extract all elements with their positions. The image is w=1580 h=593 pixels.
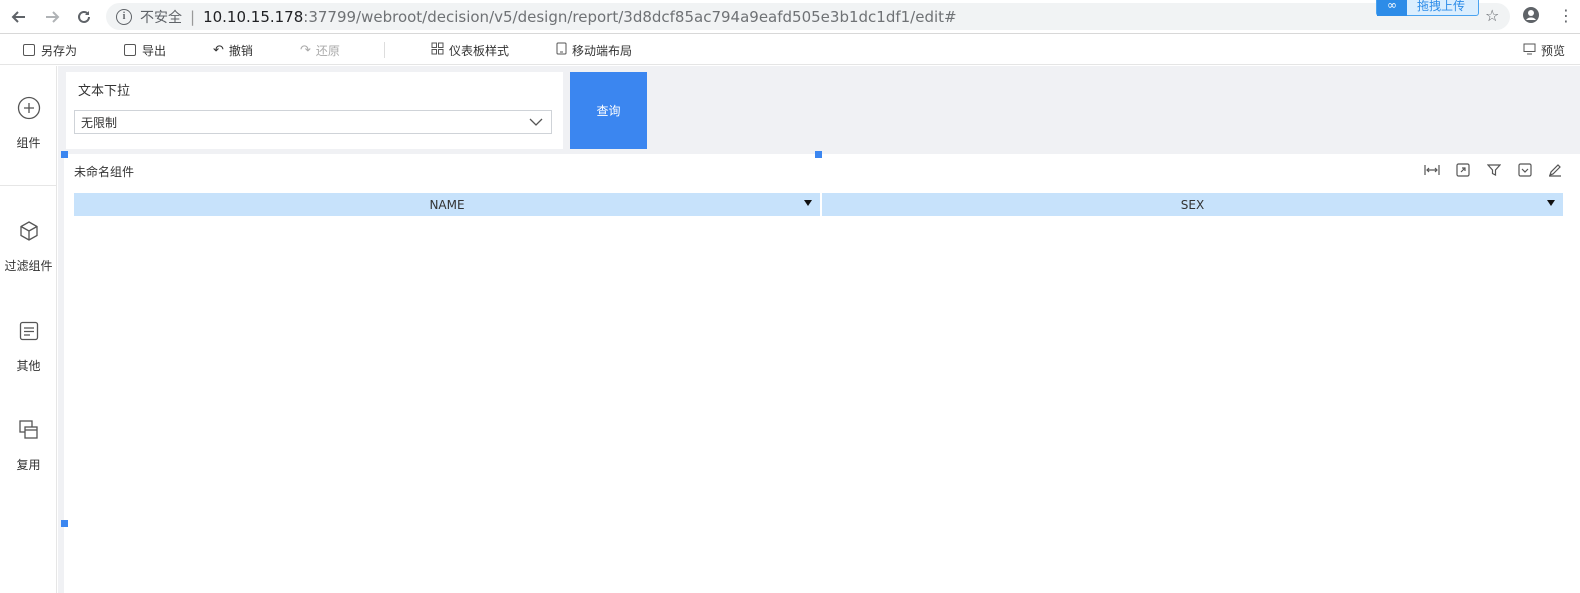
- sidebar-item-filter-components[interactable]: 过滤组件: [0, 219, 57, 274]
- copy-icon: [17, 418, 41, 442]
- fit-width-icon[interactable]: [1424, 162, 1440, 178]
- upload-badge[interactable]: ∞ 拖拽上传: [1376, 0, 1479, 16]
- url-host: 10.10.15.178: [203, 7, 304, 26]
- column-header-sex[interactable]: SEX: [822, 193, 1563, 216]
- dropdown-box-icon[interactable]: [1517, 162, 1533, 178]
- plus-circle-icon: [17, 96, 41, 120]
- column-header-label: SEX: [1180, 197, 1205, 212]
- expand-icon[interactable]: [1455, 162, 1471, 178]
- save-as-icon: [23, 44, 35, 56]
- redo-icon: ↷: [300, 42, 311, 58]
- monitor-icon: [1523, 43, 1536, 58]
- sidebar-divider: [0, 185, 57, 186]
- filter-icon[interactable]: [1486, 162, 1502, 178]
- save-as-label: 另存为: [41, 43, 78, 58]
- resize-handle[interactable]: [61, 520, 68, 527]
- text-dropdown-select[interactable]: 无限制: [74, 110, 552, 134]
- chevron-down-icon: [529, 116, 543, 130]
- sidebar-item-label: 过滤组件: [4, 259, 53, 273]
- undo-label: 撤销: [228, 43, 253, 58]
- undo-button[interactable]: ↶ 撤销: [213, 41, 253, 59]
- sidebar-item-components[interactable]: 组件: [0, 96, 57, 151]
- security-label: 不安全: [140, 9, 182, 26]
- left-sidebar: 组件 过滤组件 其他 复用: [0, 66, 57, 593]
- preview-label: 预览: [1541, 43, 1566, 58]
- sidebar-item-label: 组件: [16, 136, 41, 150]
- reload-icon[interactable]: [72, 5, 96, 29]
- preview-button[interactable]: 预览: [1523, 41, 1565, 59]
- edit-icon[interactable]: [1547, 162, 1563, 178]
- dashboard-style-button[interactable]: 仪表板样式: [431, 41, 509, 59]
- resize-handle[interactable]: [61, 151, 68, 158]
- table-widget[interactable]: [64, 154, 1580, 593]
- dashboard-style-label: 仪表板样式: [449, 43, 510, 58]
- save-as-button[interactable]: 另存为: [23, 41, 77, 59]
- grid-icon: [431, 42, 444, 58]
- sort-caret-icon[interactable]: [804, 200, 812, 206]
- cube-icon: [17, 219, 41, 243]
- column-header-label: NAME: [429, 197, 465, 212]
- mobile-icon: [556, 42, 567, 58]
- redo-label: 还原: [315, 43, 340, 58]
- undo-icon: ↶: [213, 42, 224, 58]
- sidebar-item-label: 其他: [16, 359, 41, 373]
- menu-dots-icon[interactable]: ⋮: [1558, 6, 1574, 25]
- info-icon[interactable]: i: [116, 8, 132, 25]
- select-value: 无限制: [81, 115, 118, 130]
- redo-button[interactable]: ↷ 还原: [300, 41, 340, 59]
- forward-icon[interactable]: [40, 5, 64, 29]
- export-icon: [124, 44, 136, 56]
- address-bar[interactable]: i 不安全 | 10.10.15.178 :37799/webroot/deci…: [106, 3, 1510, 30]
- query-button[interactable]: 查询: [570, 72, 647, 149]
- sidebar-item-label: 复用: [16, 458, 41, 472]
- address-separator: |: [190, 7, 196, 26]
- sort-caret-icon[interactable]: [1547, 200, 1555, 206]
- back-icon[interactable]: [7, 5, 31, 29]
- browser-bar: i 不安全 | 10.10.15.178 :37799/webroot/deci…: [0, 0, 1580, 34]
- cloud-icon: ∞: [1377, 0, 1407, 16]
- export-label: 导出: [142, 43, 167, 58]
- account-icon[interactable]: [1522, 6, 1540, 28]
- star-icon[interactable]: ☆: [1485, 6, 1499, 25]
- mobile-layout-label: 移动端布局: [572, 43, 633, 58]
- resize-handle[interactable]: [815, 151, 822, 158]
- designer-toolbar: 另存为 导出 ↶ 撤销 ↷ 还原 仪表板样式 移动端布局 预览: [0, 35, 1580, 65]
- toolbar-divider: [384, 42, 385, 58]
- sidebar-item-reuse[interactable]: 复用: [0, 418, 57, 473]
- export-button[interactable]: 导出: [124, 41, 166, 59]
- filter-title: 文本下拉: [78, 84, 131, 99]
- sidebar-item-other[interactable]: 其他: [0, 319, 57, 374]
- widget-title: 未命名组件: [74, 165, 135, 179]
- table-header: NAME SEX: [74, 193, 1563, 216]
- url-path: :37799/webroot/decision/v5/design/report…: [303, 7, 957, 26]
- document-icon: [17, 319, 41, 343]
- mobile-layout-button[interactable]: 移动端布局: [556, 41, 632, 59]
- upload-badge-label: 拖拽上传: [1417, 0, 1466, 13]
- column-header-name[interactable]: NAME: [74, 193, 822, 216]
